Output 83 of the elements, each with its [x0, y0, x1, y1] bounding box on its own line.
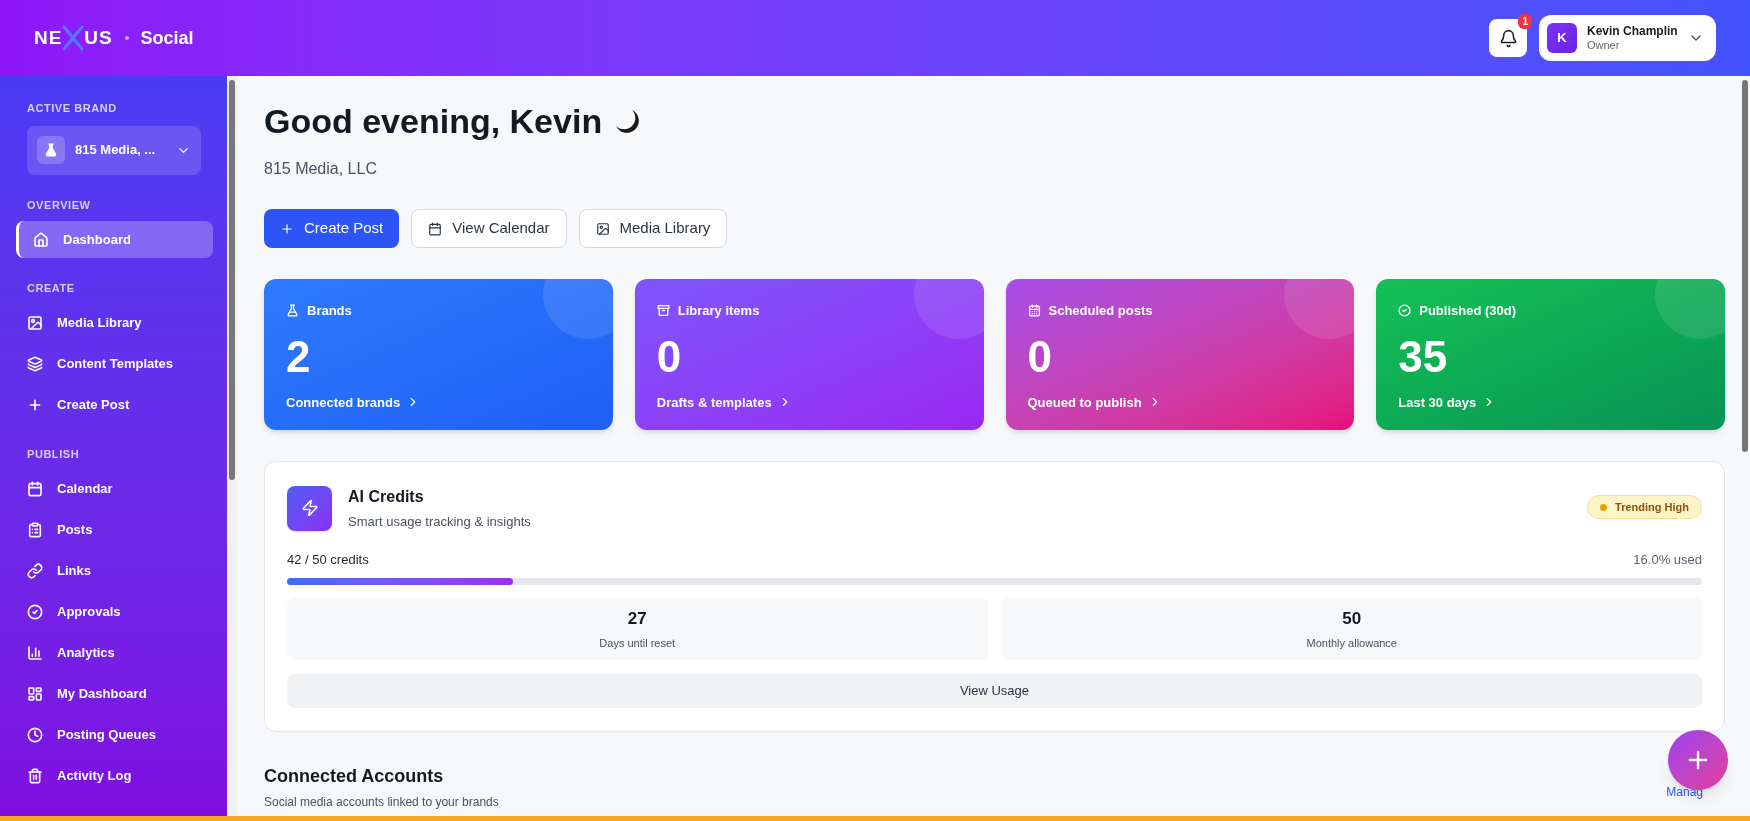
stat-value: 35: [1398, 334, 1449, 379]
calendar-icon: [27, 480, 43, 497]
stat-card[interactable]: Scheduled posts 0 Queued to publish: [1005, 279, 1355, 430]
stat-caption: Queued to publish: [1027, 393, 1142, 412]
home-icon: [33, 231, 49, 248]
nav-item[interactable]: Posting Queues: [16, 716, 213, 753]
layout-icon: [27, 685, 43, 702]
stat-label: Brands: [307, 302, 352, 320]
figure-label: Days until reset: [599, 635, 676, 651]
section-heading: CREATE: [26, 281, 76, 296]
figure-label: Monthly allowance: [1306, 635, 1397, 651]
clipboard-icon: [27, 521, 43, 538]
stat-caption: Last 30 days: [1398, 393, 1477, 412]
brand-name: 815 Media, ...: [75, 141, 157, 160]
image-icon: [595, 221, 610, 236]
trend-badge: Trending High: [1587, 495, 1702, 519]
credits-count: 42 / 50 credits: [287, 550, 369, 569]
notification-badge: 1: [1518, 14, 1532, 29]
section-heading: ACTIVE BRAND: [26, 101, 118, 116]
stack-icon: [27, 356, 43, 372]
user-menu[interactable]: K Kevin Champlin Owner: [1539, 15, 1716, 61]
action-button[interactable]: View Calendar: [411, 209, 567, 248]
stat-label: Library items: [677, 302, 760, 320]
usage-percent: 16.0% used: [1633, 550, 1702, 569]
link-icon: [27, 562, 43, 579]
section-heading: PUBLISH: [26, 446, 81, 462]
figure-value: 27: [627, 608, 647, 630]
lightning-icon: [287, 485, 332, 531]
bar-chart-icon: [27, 644, 43, 661]
brand-avatar: [37, 136, 65, 164]
logo-text: US: [84, 25, 113, 50]
action-button[interactable]: Create Post: [264, 209, 400, 248]
company-name: 815 Media, LLC: [264, 159, 378, 179]
stat-value: 0: [656, 334, 683, 379]
calendar-icon: [428, 221, 443, 236]
manage-link[interactable]: Manag: [1666, 783, 1703, 801]
logo-text: NE: [34, 25, 63, 50]
check-circle-icon: [27, 603, 43, 620]
stat-value: 2: [286, 334, 312, 379]
user-role: Owner: [1587, 38, 1620, 53]
stat-caption: Drafts & templates: [656, 393, 772, 412]
notifications-button[interactable]: [1489, 19, 1527, 57]
stat-card[interactable]: Library items 0 Drafts & templates: [634, 279, 984, 430]
logo-mark-icon: [62, 25, 85, 51]
nav-item[interactable]: Approvals: [16, 593, 213, 630]
nav-item[interactable]: Content Templates: [16, 345, 213, 383]
figure-value: 50: [1342, 608, 1362, 630]
nav-item[interactable]: Activity Log: [16, 757, 213, 794]
stat-card[interactable]: Brands 2 Connected brands: [264, 279, 613, 430]
brand-selector[interactable]: 815 Media, ...: [27, 125, 201, 175]
plus-icon: [280, 221, 294, 236]
stat-caption: Connected brands: [286, 393, 401, 412]
card-title: AI Credits: [348, 487, 425, 507]
archive-icon: [656, 304, 670, 318]
nav-item[interactable]: Posts: [16, 511, 213, 548]
stat-label: Published (30d): [1419, 302, 1517, 320]
nav-item[interactable]: Media Library: [16, 304, 213, 342]
trash-icon: [27, 767, 43, 784]
clock-icon: [27, 726, 43, 743]
nav-item[interactable]: Links: [16, 552, 213, 589]
stat-value: 0: [1027, 334, 1053, 379]
image-icon: [27, 315, 43, 331]
user-avatar: K: [1547, 23, 1577, 53]
card-subtitle: Smart usage tracking & insights: [348, 513, 531, 531]
view-usage-button[interactable]: View Usage: [287, 674, 1702, 708]
product-name: Social: [140, 26, 194, 50]
check-circle-icon: [1398, 304, 1412, 318]
nav-item[interactable]: Calendar: [16, 470, 213, 507]
user-name: Kevin Champlin: [1587, 23, 1678, 39]
plus-icon: [27, 397, 43, 413]
section-title: Connected Accounts: [264, 765, 445, 788]
nav-item[interactable]: Dashboard: [16, 221, 213, 258]
calendar-icon: [1027, 304, 1041, 318]
action-button[interactable]: Media Library: [578, 209, 728, 248]
flask-icon: [286, 304, 299, 318]
greeting-heading: Good evening, Kevin: [264, 101, 603, 142]
section-heading: OVERVIEW: [26, 197, 92, 213]
stat-label: Scheduled posts: [1048, 302, 1153, 320]
section-subtitle: Social media accounts linked to your brands: [264, 794, 499, 811]
nav-item[interactable]: Create Post: [16, 386, 213, 424]
nav-item[interactable]: My Dashboard: [16, 675, 213, 712]
bell-icon: [1498, 28, 1518, 48]
nav-item[interactable]: Analytics: [16, 634, 213, 671]
